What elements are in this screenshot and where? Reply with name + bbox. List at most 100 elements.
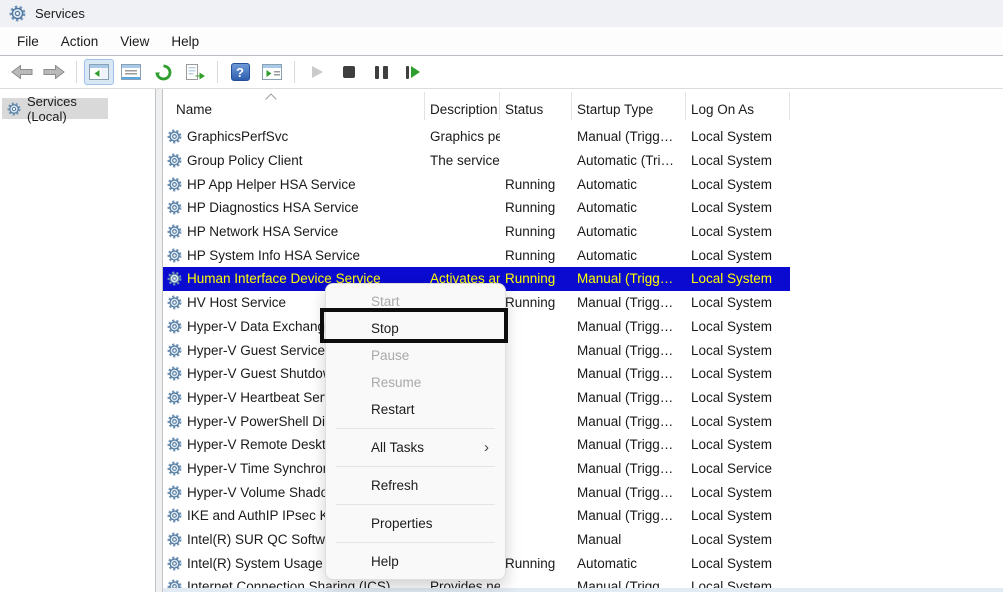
properties-window-icon: [121, 64, 141, 80]
service-gear-icon: [167, 129, 182, 144]
properties-button[interactable]: [116, 59, 146, 85]
play-icon: [312, 66, 323, 78]
service-name: HP Network HSA Service: [187, 224, 338, 239]
context-menu-help[interactable]: Help: [326, 548, 505, 575]
show-console-tree-button[interactable]: [84, 59, 114, 85]
submenu-chevron-icon: ›: [484, 434, 489, 461]
service-startup-type: Automatic: [572, 556, 686, 571]
context-menu-pause: Pause: [326, 342, 505, 369]
service-startup-type: Automatic: [572, 200, 686, 215]
pause-service-button[interactable]: [366, 59, 396, 85]
table-row[interactable]: Group Policy Client The service i… Automat…: [163, 149, 790, 173]
service-log-on-as: Local System: [686, 129, 790, 144]
service-name: HP App Helper HSA Service: [187, 177, 356, 192]
table-row[interactable]: HP App Helper HSA ServiceRunningAutomati…: [163, 172, 790, 196]
service-log-on-as: Local Service: [686, 461, 790, 476]
service-log-on-as: Local System: [686, 556, 790, 571]
refresh-button[interactable]: [148, 59, 178, 85]
column-header-label: Name: [176, 102, 212, 117]
service-gear-icon: [167, 414, 182, 429]
service-log-on-as: Local System: [686, 508, 790, 523]
tree-item-services-local[interactable]: Services (Local): [2, 98, 108, 119]
service-startup-type: Automatic: [572, 224, 686, 239]
export-list-icon: [185, 64, 205, 80]
service-gear-icon: [167, 224, 182, 239]
service-log-on-as: Local System: [686, 224, 790, 239]
service-gear-icon: [167, 556, 182, 571]
service-log-on-as: Local System: [686, 343, 790, 358]
context-menu-all-tasks[interactable]: All Tasks›: [326, 434, 505, 461]
services-list-pane: Name DescriptionStatus Startup Type Log On …: [162, 89, 1003, 592]
horizontal-scrollbar[interactable]: [163, 588, 1003, 592]
column-header-description[interactable]: Description: [425, 89, 500, 125]
service-gear-icon: [167, 485, 182, 500]
service-startup-type: Manual (Trigg…: [572, 366, 686, 381]
table-body: GraphicsPerfSvcGraphics per…Manual (Trig…: [163, 125, 1003, 592]
menu-bar: FileActionViewHelp: [0, 27, 1003, 56]
column-header-label: Startup Type: [577, 102, 653, 117]
table-header: Name DescriptionStatus Startup Type Log On …: [163, 89, 1003, 125]
stop-icon: [343, 66, 355, 78]
service-startup-type: Automatic: [572, 248, 686, 263]
service-startup-type: Manual (Trigg…: [572, 295, 686, 310]
service-log-on-as: Local System: [686, 414, 790, 429]
service-log-on-as: Local System: [686, 437, 790, 452]
service-gear-icon: [167, 343, 182, 358]
forward-arrow-icon: [43, 65, 65, 79]
service-startup-type: Manual (Trigg…: [572, 461, 686, 476]
service-startup-type: Automatic: [572, 177, 686, 192]
export-list-button[interactable]: [180, 59, 210, 85]
title-bar: Services: [0, 0, 1003, 27]
service-gear-icon: [167, 271, 182, 286]
service-gear-icon: [167, 200, 182, 215]
context-menu-refresh[interactable]: Refresh: [326, 472, 505, 499]
context-menu-separator: [336, 428, 495, 429]
tree-item-label: Services (Local): [27, 94, 108, 124]
context-menu-restart[interactable]: Restart: [326, 396, 505, 423]
column-header-status[interactable]: Status: [500, 89, 572, 125]
table-row[interactable]: GraphicsPerfSvcGraphics per…Manual (Trig…: [163, 125, 790, 149]
table-row[interactable]: HP System Info HSA Service RunningAutomat…: [163, 243, 790, 267]
service-status: Running: [500, 248, 572, 263]
service-startup-type: Manual (Trigg…: [572, 437, 686, 452]
help-icon: ?: [231, 63, 250, 81]
column-header-startup-type[interactable]: Startup Type: [572, 89, 686, 125]
forward-button[interactable]: [39, 59, 69, 85]
column-header-log-on-as[interactable]: Log On As: [686, 89, 790, 125]
context-menu-start: Start: [326, 288, 505, 315]
back-button[interactable]: [7, 59, 37, 85]
service-startup-type: Manual (Trigg…: [572, 508, 686, 523]
context-menu-properties[interactable]: Properties: [326, 510, 505, 537]
service-description: Graphics per…: [425, 129, 500, 144]
service-startup-type: Automatic (Tri…: [572, 153, 686, 168]
service-gear-icon: [167, 153, 182, 168]
toolbar-separator: [217, 61, 218, 83]
menu-action[interactable]: Action: [50, 27, 110, 55]
service-log-on-as: Local System: [686, 200, 790, 215]
service-gear-icon: [167, 437, 182, 452]
toolbar-separator: [294, 61, 295, 83]
service-gear-icon: [167, 532, 182, 547]
table-row[interactable]: HP Network HSA ServiceRunningAutomaticLo…: [163, 220, 790, 244]
context-menu-stop[interactable]: Stop: [326, 315, 505, 342]
service-log-on-as: Local System: [686, 153, 790, 168]
services-gear-icon: [7, 102, 21, 116]
toolbar-separator: [76, 61, 77, 83]
help-button[interactable]: ?: [225, 59, 255, 85]
service-name: HP Diagnostics HSA Service: [187, 200, 359, 215]
table-row[interactable]: HP Diagnostics HSA ServiceRunningAutomat…: [163, 196, 790, 220]
menu-help[interactable]: Help: [160, 27, 210, 55]
service-description: The service i…: [425, 153, 500, 168]
menu-view[interactable]: View: [109, 27, 160, 55]
column-header-name[interactable]: Name: [163, 89, 425, 125]
menu-file[interactable]: File: [6, 27, 50, 55]
stop-service-button[interactable]: [334, 59, 364, 85]
service-name: Group Policy Client: [187, 153, 303, 168]
service-gear-icon: [167, 390, 182, 405]
context-menu-separator: [336, 466, 495, 467]
show-action-pane-button[interactable]: [257, 59, 287, 85]
service-name: HP System Info HSA Service: [187, 248, 360, 263]
service-startup-type: Manual: [572, 532, 686, 547]
toolbar: ?: [0, 56, 1003, 89]
restart-service-button[interactable]: [398, 59, 428, 85]
